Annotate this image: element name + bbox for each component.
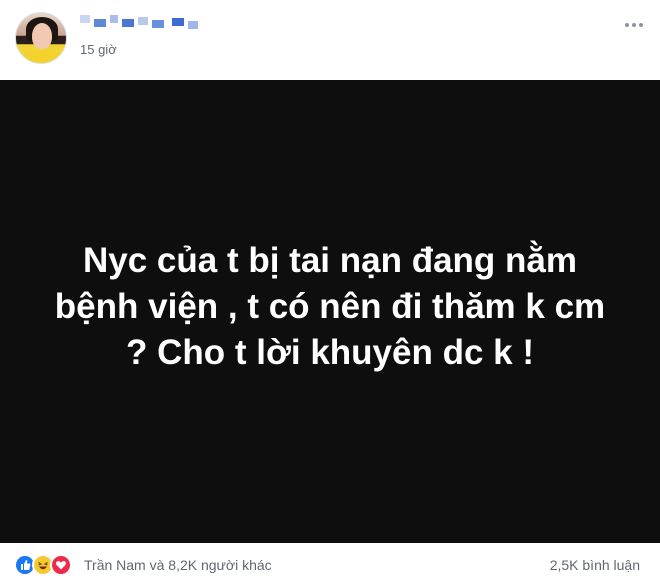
love-icon (50, 554, 72, 576)
post-header: 15 giờ (0, 0, 660, 78)
reaction-icons[interactable] (14, 554, 84, 576)
author-avatar[interactable] (15, 12, 67, 64)
author-name-obscured[interactable] (80, 15, 200, 31)
post-text: Nyc của t bị tai nạn đang nằm bệnh viện … (54, 240, 606, 372)
avatar-shirt (20, 51, 64, 63)
more-options-icon[interactable] (624, 18, 648, 30)
post-footer: Trần Nam và 8,2K người khác 2,5K bình lu… (0, 543, 660, 588)
facebook-post: 15 giờ Nyc của t bị tai nạn đang nằm bện… (0, 0, 660, 588)
comments-count[interactable]: 2,5K bình luận (550, 557, 640, 573)
avatar-face (32, 23, 52, 49)
reactors-summary[interactable]: Trần Nam và 8,2K người khác (84, 557, 272, 573)
post-timestamp[interactable]: 15 giờ (80, 42, 117, 57)
text-post-background: Nyc của t bị tai nạn đang nằm bệnh viện … (0, 80, 660, 543)
